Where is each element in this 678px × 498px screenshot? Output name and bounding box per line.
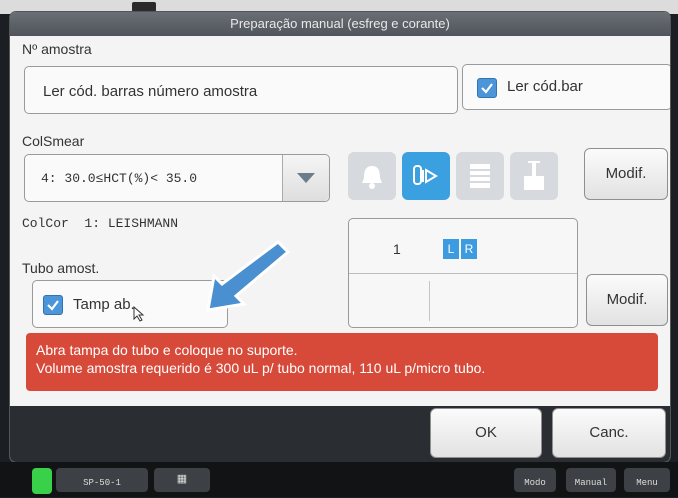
barcode-read-toggle[interactable]: Ler cód.bar <box>462 64 670 110</box>
sample-number-input[interactable]: Ler cód. barras número amostra <box>24 66 458 114</box>
instruction-alert: Abra tampa do tubo e coloque no suporte.… <box>26 333 658 391</box>
sample-number-value: Ler cód. barras número amostra <box>43 83 258 100</box>
keyboard-icon[interactable]: ▦ <box>154 468 210 492</box>
tube-arrow-icon <box>413 165 438 185</box>
modify-bottom-button[interactable]: Modif. <box>586 274 668 326</box>
annotation-arrow-icon <box>206 240 291 312</box>
taskbar-sample-item[interactable]: SP-50-1 <box>56 468 148 492</box>
dialog-footer: OK Canc. <box>10 406 670 462</box>
alert-line-1: Abra tampa do tubo e coloque no suporte. <box>36 342 298 358</box>
tube-label: Tubo amost. <box>22 260 100 276</box>
dialog-title: Preparação manual (esfreg e corante) <box>10 12 670 36</box>
ok-button[interactable]: OK <box>430 408 542 458</box>
mouse-cursor-icon <box>133 306 145 322</box>
modify-top-button[interactable]: Modif. <box>584 148 668 200</box>
left-position-badge[interactable]: L <box>443 239 459 259</box>
status-light-icon <box>32 468 52 494</box>
cap-open-label: Tamp ab. <box>73 296 135 313</box>
rack-icon <box>470 164 490 188</box>
cap-open-checkbox[interactable] <box>43 295 63 315</box>
check-icon <box>481 83 493 94</box>
cancel-button[interactable]: Canc. <box>552 408 666 458</box>
alert-line-2: Volume amostra requerido é 300 uL p/ tub… <box>36 360 486 376</box>
panel-divider-vertical <box>429 281 430 321</box>
colsmear-label: ColSmear <box>22 133 85 149</box>
check-icon <box>47 300 59 311</box>
stand-icon <box>524 161 544 190</box>
barcode-checkbox-label: Ler cód.bar <box>507 78 583 95</box>
dropdown-button[interactable] <box>282 155 329 201</box>
mode-button[interactable]: Modo <box>514 468 556 492</box>
bell-mode-button[interactable] <box>348 152 396 200</box>
rack-mode-button[interactable] <box>456 152 504 200</box>
colsmear-selected-value: 4: 30.0≤HCT(%)< 35.0 <box>41 171 198 186</box>
chevron-down-icon <box>297 173 315 183</box>
camera-notch <box>132 2 156 12</box>
position-value: 1 <box>393 241 401 257</box>
bottom-taskbar: SP-50-1 ▦ Modo Manual Menu <box>0 462 678 497</box>
stand-mode-button[interactable] <box>510 152 558 200</box>
panel-divider <box>349 273 577 274</box>
manual-button[interactable]: Manual <box>566 468 616 492</box>
manual-prep-dialog: Preparação manual (esfreg e corante) Nº … <box>10 12 670 462</box>
right-position-badge[interactable]: R <box>461 239 477 259</box>
colsmear-select[interactable]: 4: 30.0≤HCT(%)< 35.0 <box>24 154 330 202</box>
barcode-checkbox[interactable] <box>477 78 497 98</box>
position-panel: 1 L R <box>348 218 578 328</box>
tube-to-rack-mode-button[interactable] <box>402 152 450 200</box>
sample-number-label: Nº amostra <box>22 41 92 57</box>
menu-button[interactable]: Menu <box>624 468 670 492</box>
bell-icon <box>362 166 382 189</box>
colcor-text: ColCor 1: LEISHMANN <box>22 216 179 231</box>
